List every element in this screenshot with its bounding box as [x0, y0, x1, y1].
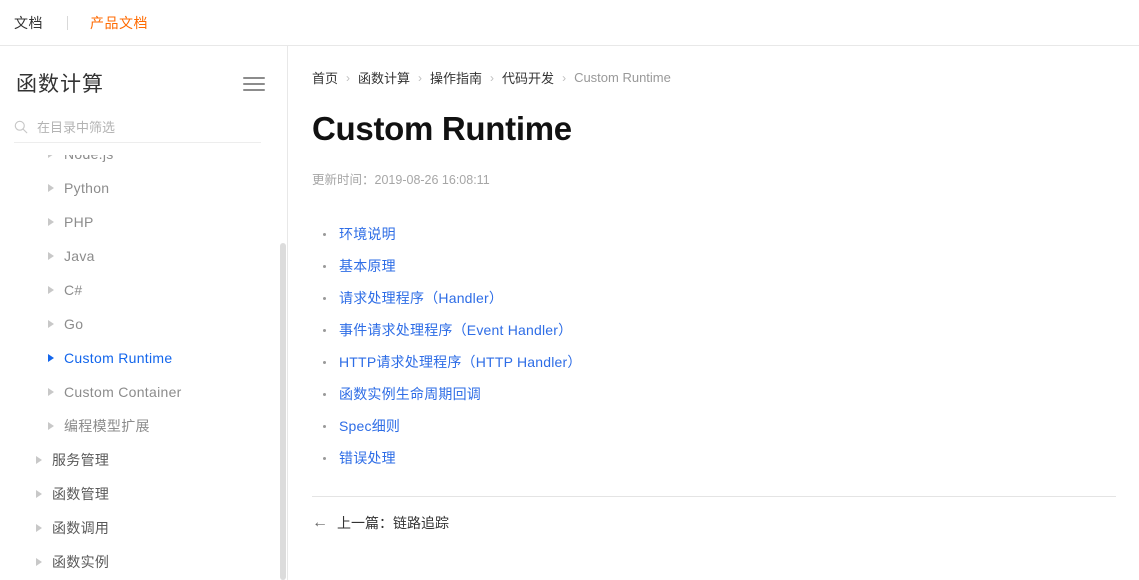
breadcrumb-item-code-development[interactable]: 代码开发 — [502, 68, 554, 87]
breadcrumb-separator-icon: › — [490, 70, 495, 85]
sidebar-item-label: 编程模型扩展 — [64, 418, 150, 434]
hamburger-bar — [243, 83, 265, 85]
topbar-link-docs[interactable]: 文档 — [14, 13, 43, 33]
chevron-right-icon — [48, 286, 54, 294]
list-item: 环境说明 — [323, 218, 1139, 250]
chevron-right-icon — [48, 320, 54, 328]
toc-link-http-handler[interactable]: HTTP请求处理程序（HTTP Handler） — [339, 354, 582, 370]
chevron-right-icon — [48, 218, 54, 226]
toc-link-environment[interactable]: 环境说明 — [339, 226, 396, 242]
chevron-right-icon — [36, 456, 42, 464]
sidebar-header: 函数计算 — [0, 46, 287, 100]
sidebar-item-label: Custom Runtime — [64, 350, 173, 366]
sidebar-item-programming-model-extension[interactable]: 编程模型扩展 — [0, 409, 287, 443]
top-navigation-items: 文档 产品文档 — [0, 0, 1139, 45]
toc-link-principles[interactable]: 基本原理 — [339, 258, 396, 274]
top-navigation-bar: 文档 产品文档 — [0, 0, 1139, 46]
breadcrumb-item-operation-guide[interactable]: 操作指南 — [430, 68, 482, 87]
sidebar-item-csharp[interactable]: C# — [0, 273, 287, 307]
sidebar-item-label: 函数调用 — [52, 520, 110, 536]
sidebar-item-custom-container[interactable]: Custom Container — [0, 375, 287, 409]
sidebar-product-title: 函数计算 — [16, 73, 104, 96]
list-item: 事件请求处理程序（Event Handler） — [323, 314, 1139, 346]
chevron-right-icon — [48, 422, 54, 430]
previous-article-label: 上一篇：链路追踪 — [337, 515, 449, 531]
updated-time-label: 更新时间： — [312, 173, 375, 187]
chevron-right-icon — [48, 184, 54, 192]
list-item: HTTP请求处理程序（HTTP Handler） — [323, 346, 1139, 378]
sidebar-item-python[interactable]: Python — [0, 171, 287, 205]
sidebar-item-php[interactable]: PHP — [0, 205, 287, 239]
list-item: 请求处理程序（Handler） — [323, 282, 1139, 314]
list-item: 基本原理 — [323, 250, 1139, 282]
hamburger-bar — [243, 89, 265, 91]
topbar-divider — [67, 15, 68, 30]
hamburger-bar — [243, 77, 265, 79]
toc-link-lifecycle-callbacks[interactable]: 函数实例生命周期回调 — [339, 386, 481, 402]
sidebar-item-java[interactable]: Java — [0, 239, 287, 273]
sidebar-item-label: C# — [64, 282, 83, 298]
sidebar-nav-list: Node.js Python PHP Java C# Go — [0, 155, 287, 579]
sidebar-item-function-instance[interactable]: 函数实例 — [0, 545, 287, 579]
toc-link-spec-details[interactable]: Spec细则 — [339, 418, 400, 434]
chevron-right-icon — [48, 354, 54, 362]
toc-link-handler[interactable]: 请求处理程序（Handler） — [339, 290, 503, 306]
chevron-right-icon — [36, 524, 42, 532]
toc-link-event-handler[interactable]: 事件请求处理程序（Event Handler） — [339, 322, 572, 338]
sidebar-item-go[interactable]: Go — [0, 307, 287, 341]
list-item: Spec细则 — [323, 410, 1139, 442]
page-title: Custom Runtime — [312, 110, 572, 147]
breadcrumb-separator-icon: › — [562, 70, 567, 85]
table-of-contents: 环境说明 基本原理 请求处理程序（Handler） 事件请求处理程序（Event… — [323, 218, 1139, 474]
sidebar: 函数计算 Node.js Python PHP — [0, 46, 288, 580]
main-content: 首页 › 函数计算 › 操作指南 › 代码开发 › Custom Runtime… — [289, 46, 1139, 580]
sidebar-scrollbar-thumb[interactable] — [280, 243, 286, 580]
search-input[interactable] — [37, 119, 227, 135]
previous-article-link[interactable]: ← 上一篇：链路追踪 — [312, 513, 449, 533]
sidebar-item-label: 服务管理 — [52, 452, 110, 468]
topbar-link-product-docs[interactable]: 产品文档 — [90, 13, 148, 33]
sidebar-item-label: Go — [64, 316, 84, 332]
chevron-right-icon — [36, 558, 42, 566]
search-icon — [14, 120, 28, 134]
sidebar-item-service-management[interactable]: 服务管理 — [0, 443, 287, 477]
list-item: 函数实例生命周期回调 — [323, 378, 1139, 410]
content-divider — [312, 496, 1116, 497]
breadcrumb-item-home[interactable]: 首页 — [312, 68, 338, 87]
chevron-right-icon — [48, 388, 54, 396]
sidebar-nav-scroll-area: Node.js Python PHP Java C# Go — [0, 155, 287, 580]
breadcrumb-separator-icon: › — [418, 70, 423, 85]
toc-link-error-handling[interactable]: 错误处理 — [339, 450, 396, 466]
sidebar-item-label: Java — [64, 248, 95, 264]
breadcrumb-separator-icon: › — [346, 70, 351, 85]
sidebar-item-nodejs[interactable]: Node.js — [0, 155, 287, 171]
arrow-left-icon: ← — [312, 514, 328, 531]
updated-time: 更新时间：2019-08-26 16:08:11 — [312, 169, 1139, 188]
breadcrumb-item-current: Custom Runtime — [574, 70, 671, 85]
list-item: 错误处理 — [323, 442, 1139, 474]
sidebar-item-label: Node.js — [64, 155, 114, 162]
sidebar-item-label: PHP — [64, 214, 94, 230]
breadcrumb-item-function-compute[interactable]: 函数计算 — [358, 68, 410, 87]
sidebar-item-label: Python — [64, 180, 110, 196]
chevron-right-icon — [48, 155, 54, 158]
sidebar-item-label: 函数管理 — [52, 486, 110, 502]
chevron-right-icon — [36, 490, 42, 498]
sidebar-item-function-invocation[interactable]: 函数调用 — [0, 511, 287, 545]
chevron-right-icon — [48, 252, 54, 260]
sidebar-item-label: Custom Container — [64, 384, 182, 400]
sidebar-search[interactable] — [14, 112, 261, 143]
hamburger-icon[interactable] — [243, 75, 265, 91]
sidebar-item-custom-runtime[interactable]: Custom Runtime — [0, 341, 287, 375]
breadcrumb: 首页 › 函数计算 › 操作指南 › 代码开发 › Custom Runtime — [289, 46, 1139, 87]
sidebar-item-label: 函数实例 — [52, 554, 110, 570]
sidebar-item-function-management[interactable]: 函数管理 — [0, 477, 287, 511]
updated-time-value: 2019-08-26 16:08:11 — [374, 173, 490, 187]
